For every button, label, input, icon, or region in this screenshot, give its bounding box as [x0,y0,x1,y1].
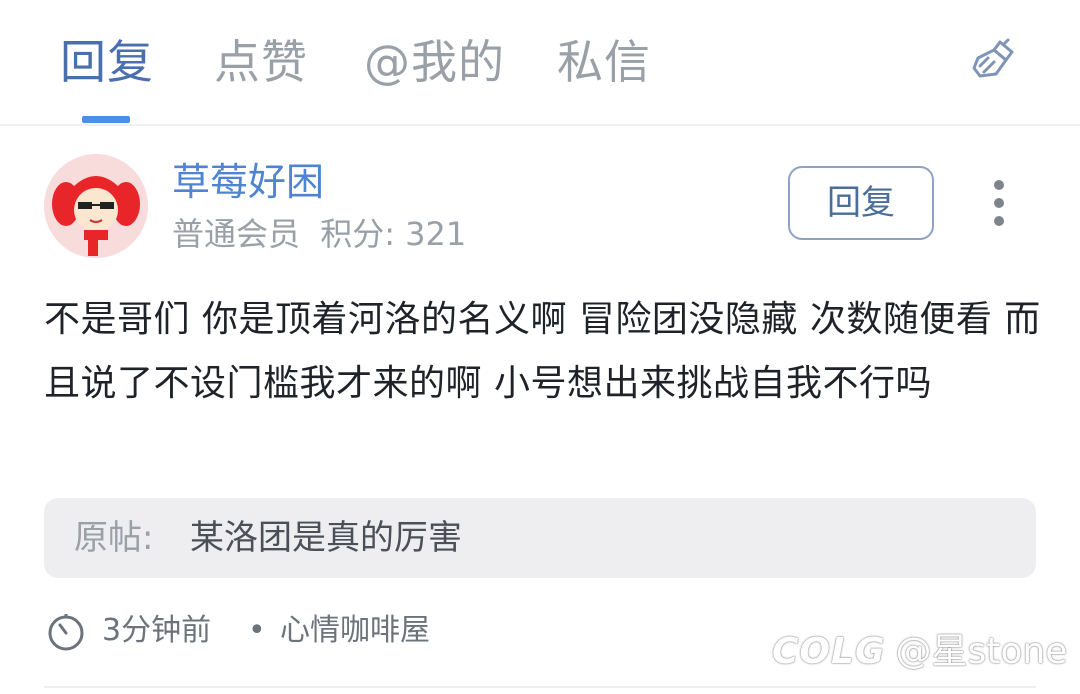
tab-reply[interactable]: 回复 [60,32,154,92]
board-name[interactable]: 心情咖啡屋 [280,608,430,654]
timestamp: 3分钟前 [102,613,212,648]
avatar[interactable] [44,154,148,258]
tab-bar: 回复 点赞 @我的 私信 [0,0,1080,126]
watermark-logo: COLG [772,631,886,672]
tab-mentions[interactable]: @我的 [364,32,505,92]
reply-notification: 草莓好困 普通会员 积分: 321 回复 不是哥们 你是顶着河洛的名义啊 冒险团… [0,126,1080,694]
watermark: COLG @星stone [772,626,1067,678]
user-points: 积分: 321 [320,215,467,253]
divider [44,686,1036,688]
user-level: 普通会员 [172,215,301,253]
clock-icon [46,612,86,652]
active-tab-indicator [82,116,130,123]
username[interactable]: 草莓好困 [172,158,324,206]
broom-icon[interactable] [966,36,1020,90]
quote-text: 某洛团是真的厉害 [190,518,462,558]
more-vertical-icon[interactable] [986,180,1012,226]
original-post-quote[interactable]: 原帖: 某洛团是真的厉害 [44,498,1036,578]
tab-likes[interactable]: 点赞 [214,32,308,92]
quote-label: 原帖: [74,518,154,558]
user-meta: 普通会员 积分: 321 [172,212,466,256]
reply-content: 不是哥们 你是顶着河洛的名义啊 冒险团没隐藏 次数随便看 而且说了不设门槛我才来… [44,299,1041,404]
tab-private-messages[interactable]: 私信 [557,32,651,92]
separator: • [248,613,266,648]
reply-button[interactable]: 回复 [788,166,934,240]
watermark-handle: @星stone [895,631,1068,672]
